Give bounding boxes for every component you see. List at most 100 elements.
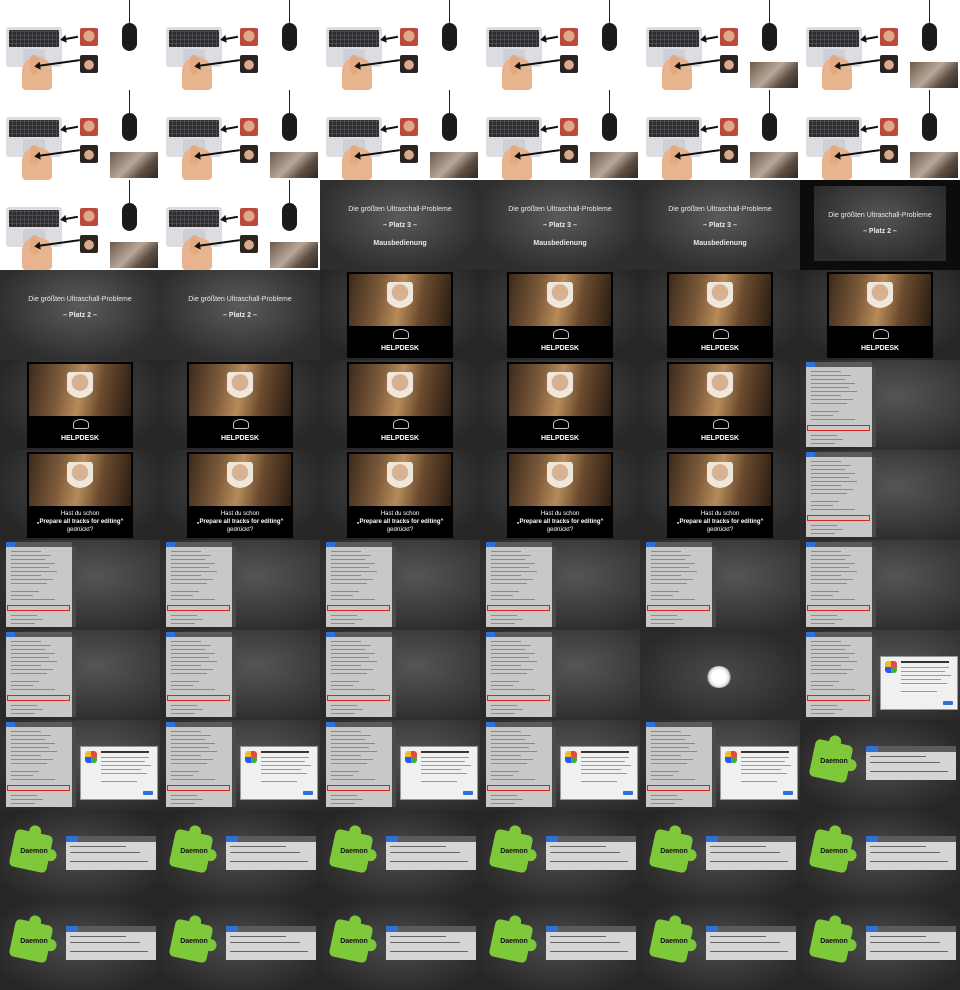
dialog-text-line: [581, 757, 629, 758]
helpdesk-question: Hast du schon „Prepare all tracks for ed…: [507, 510, 613, 534]
helpdesk-card: HELPDESK: [347, 362, 453, 448]
ok-button[interactable]: [463, 791, 473, 795]
menu-item: [11, 803, 35, 804]
menu-bar: [546, 836, 636, 842]
daemon-menu: [386, 836, 476, 870]
daemon-menu: [706, 926, 796, 960]
daemon-label: Daemon: [20, 938, 48, 945]
portrait-photo: [400, 28, 418, 46]
menu-item: [11, 615, 37, 616]
menu-item: [331, 763, 367, 764]
highlighted-menu-item: [647, 785, 710, 791]
menu-item: [651, 795, 677, 796]
dialog-text-line: [421, 761, 465, 762]
dropdown-menu: [326, 547, 392, 627]
menu-item: [710, 846, 766, 847]
ok-button[interactable]: [303, 791, 313, 795]
menu-item: [390, 852, 460, 853]
menu-item: [331, 803, 355, 804]
menu-item: [811, 641, 841, 642]
cat-photo: [270, 152, 318, 178]
menu-item: [811, 657, 849, 658]
helpdesk-card: HELPDESK: [187, 362, 293, 448]
menu-item: [331, 619, 363, 620]
menu-item: [331, 657, 369, 658]
menu-item: [651, 799, 683, 800]
menu-bar: [546, 926, 636, 932]
menu-item: [651, 759, 693, 760]
menu-item: [230, 861, 308, 862]
title-slide-frame: Die größten Ultraschall-Probleme – Platz…: [640, 180, 800, 270]
menu-screenshot-frame: [640, 540, 800, 630]
helpdesk-slide-frame: HELPDESK: [320, 360, 480, 450]
mouse-cord: [929, 0, 930, 23]
portrait-photo: [720, 145, 738, 163]
app-icon: [85, 751, 97, 763]
cat-photo: [590, 152, 638, 178]
logo-icon: [393, 329, 409, 339]
menu-item: [11, 709, 43, 710]
menu-item: [171, 559, 205, 560]
menu-item: [811, 673, 847, 674]
arrow-icon: [383, 35, 399, 41]
menu-item: [171, 731, 201, 732]
menu-item: [811, 563, 855, 564]
laptop-scene-frame: [320, 0, 480, 90]
ok-button[interactable]: [143, 791, 153, 795]
dialog-text-line: [261, 761, 305, 762]
menu-item: [11, 665, 41, 666]
title-slide-frame: Die größten Ultraschall-Probleme – Platz…: [480, 180, 640, 270]
menu-item: [491, 657, 529, 658]
ok-button[interactable]: [623, 791, 633, 795]
menu-item: [11, 555, 51, 556]
menu-item: [70, 846, 126, 847]
helpdesk-question-frame: Hast du schon „Prepare all tracks for ed…: [480, 450, 640, 540]
menu-item: [491, 669, 533, 670]
slide-heading: Die größten Ultraschall-Probleme: [508, 206, 612, 213]
menu-item: [811, 567, 849, 568]
ok-button[interactable]: [783, 791, 793, 795]
menu-item: [870, 936, 926, 937]
menu-item: [331, 747, 369, 748]
mouse-cord: [769, 0, 770, 23]
helpdesk-question-frame: Hast du schon „Prepare all tracks for ed…: [640, 450, 800, 540]
menu-item: [811, 661, 857, 662]
menu-item: [11, 713, 35, 714]
dropdown-menu: [6, 637, 72, 717]
menu-item: [651, 615, 677, 616]
menu-item: [171, 599, 215, 600]
dialog-text-line: [421, 769, 461, 770]
menu-item: [171, 681, 199, 682]
menu-item: [651, 567, 689, 568]
menu-item: [491, 623, 515, 624]
contact-sheet-grid: Die größten Ultraschall-Probleme – Platz…: [0, 0, 960, 990]
menu-item: [710, 861, 788, 862]
menu-item: [811, 583, 847, 584]
cat-photo: [910, 152, 958, 178]
menu-item: [331, 551, 361, 552]
helpdesk-question: Hast du schon „Prepare all tracks for ed…: [187, 510, 293, 534]
menu-item: [331, 743, 375, 744]
menu-item: [171, 673, 207, 674]
menu-item: [491, 583, 527, 584]
helpdesk-card: Hast du schon „Prepare all tracks for ed…: [187, 452, 293, 538]
menu-screenshot-frame: [800, 630, 960, 720]
daemon-label: Daemon: [660, 848, 688, 855]
mouse-icon: [922, 113, 937, 141]
slide-heading: Die größten Ultraschall-Probleme: [188, 296, 292, 303]
ok-button[interactable]: [943, 701, 953, 705]
menu-item: [171, 779, 215, 780]
portrait-photo: [80, 28, 98, 46]
daemon-label: Daemon: [500, 938, 528, 945]
menu-item: [491, 771, 519, 772]
keyboard: [809, 30, 859, 47]
menu-item: [331, 555, 371, 556]
menu-bar-highlight: [226, 836, 238, 842]
menu-item: [171, 567, 209, 568]
menu-item: [331, 559, 365, 560]
menu-item: [491, 795, 517, 796]
menu-bar: [866, 926, 956, 932]
menu-item: [331, 775, 353, 776]
dropdown-menu: [646, 727, 712, 807]
dialog-title: [421, 751, 469, 753]
